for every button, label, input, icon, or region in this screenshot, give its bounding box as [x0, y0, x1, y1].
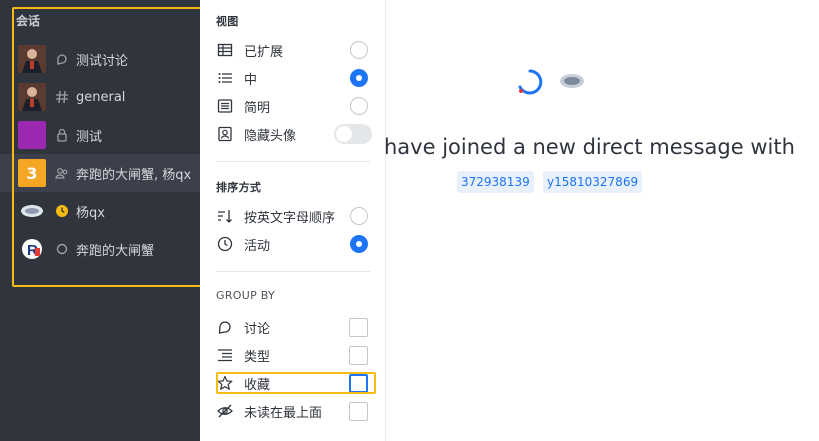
view-option-condensed[interactable]: 简明 [216, 94, 372, 118]
joined-message: have joined a new direct message with [384, 135, 795, 159]
option-label: 隐藏头像 [244, 128, 297, 144]
list-icon [216, 69, 234, 87]
sidebar: 会话 测试讨论 general 测试 3 奔跑的大闸蟹, 杨qx 杨qx R 奔… [0, 0, 202, 441]
clock-icon [216, 235, 234, 253]
option-label: 未读在最上面 [244, 405, 323, 421]
option-label: 按英文字母顺序 [244, 210, 336, 226]
view-section-title: 视图 [216, 15, 239, 28]
radio-extended[interactable] [350, 41, 368, 59]
option-label: 活动 [244, 238, 271, 254]
sort-az-icon [216, 207, 234, 225]
hide-avatars-toggle[interactable] [334, 124, 372, 144]
radio-alphabetical[interactable] [350, 207, 368, 225]
user-avatar-blur [560, 74, 584, 88]
table-icon [216, 41, 234, 59]
avatar-icon [216, 125, 234, 143]
eye-off-icon [216, 402, 234, 420]
user-mention-chip[interactable]: 372938139 [457, 171, 534, 193]
option-label: 中 [244, 72, 258, 88]
divider [216, 161, 370, 162]
sort-option-activity[interactable]: 活动 [216, 232, 372, 256]
sort-section-title: 排序方式 [216, 181, 262, 194]
option-label: 简明 [244, 100, 271, 116]
discussion-icon [216, 318, 234, 336]
group-section-title: GROUP BY [216, 289, 276, 302]
option-label: 类型 [244, 349, 271, 365]
loading-spinner-icon [518, 69, 543, 95]
radio-condensed[interactable] [350, 97, 368, 115]
divider [216, 271, 370, 272]
type-icon [216, 346, 234, 364]
group-option-type[interactable]: 类型 [216, 343, 372, 367]
group-option-discussion[interactable]: 讨论 [216, 315, 372, 339]
radio-medium[interactable] [350, 69, 368, 87]
sort-option-alphabetical[interactable]: 按英文字母顺序 [216, 204, 372, 228]
checkbox-discussion[interactable] [349, 317, 368, 337]
sidebar-highlight-frame [12, 7, 202, 287]
view-option-extended[interactable]: 已扩展 [216, 38, 372, 62]
option-label: 讨论 [244, 321, 271, 337]
favorites-highlight-frame [216, 372, 376, 394]
radio-activity[interactable] [350, 235, 368, 253]
option-label: 已扩展 [244, 44, 284, 60]
list-compact-icon [216, 97, 234, 115]
main-content: have joined a new direct message with 37… [384, 0, 819, 441]
checkbox-unread-on-top[interactable] [349, 401, 368, 421]
group-option-unread-on-top[interactable]: 未读在最上面 [216, 399, 372, 423]
view-option-medium[interactable]: 中 [216, 66, 372, 90]
option-hide-avatars[interactable]: 隐藏头像 [216, 122, 372, 146]
user-mention-chip[interactable]: y15810327869 [543, 171, 643, 193]
checkbox-type[interactable] [349, 345, 368, 365]
